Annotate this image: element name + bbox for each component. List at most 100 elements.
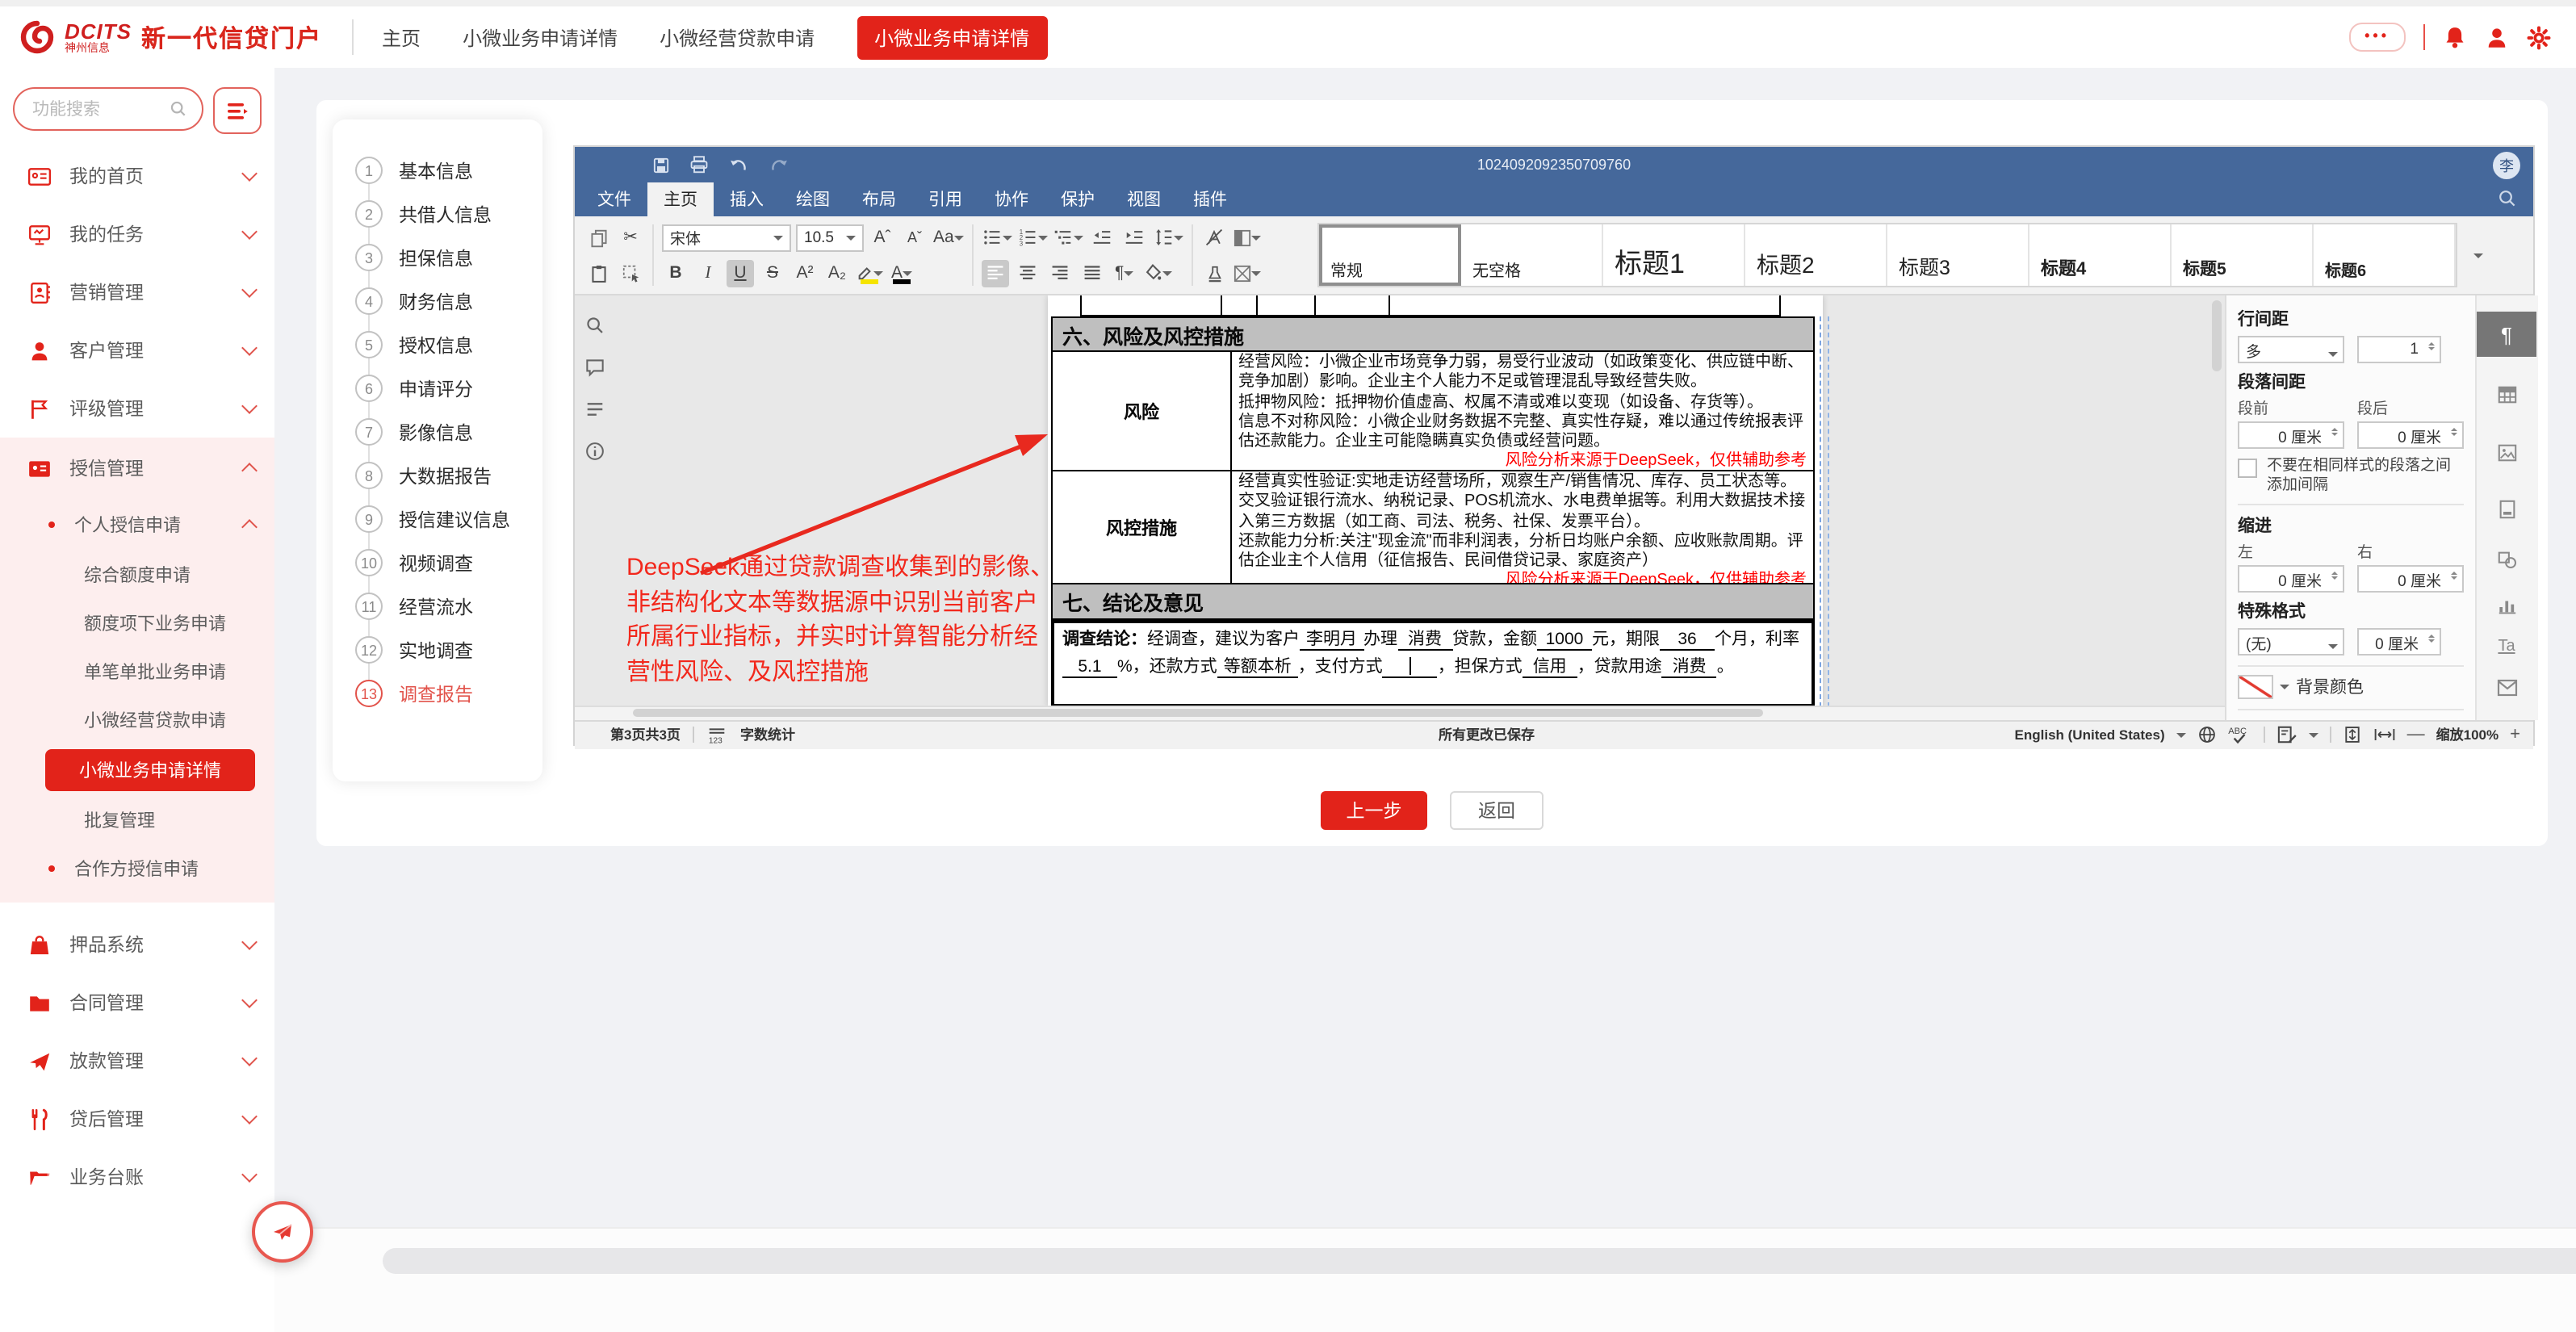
paragraph-mark-icon[interactable]: ¶	[1111, 259, 1138, 287]
indent-right-stepper[interactable]: 0 厘米	[2357, 565, 2464, 593]
italic-icon[interactable]: I	[694, 259, 722, 287]
conclusion-blank-value[interactable]: 李明月	[1300, 630, 1363, 651]
nav-tab-1[interactable]: 小微业务申请详情	[463, 23, 618, 51]
bold-icon[interactable]: B	[662, 259, 689, 287]
spellcheck-icon[interactable]: ABC	[2228, 725, 2252, 744]
editor-menu-tab-9[interactable]: 插件	[1177, 182, 1243, 216]
decrease-indent-icon[interactable]	[1088, 224, 1116, 251]
sidebar-item-marketing[interactable]: 营销管理	[0, 263, 274, 321]
word-count-button[interactable]: 字数统计	[740, 725, 795, 744]
sidebar-item-my-tasks[interactable]: 我的任务	[0, 205, 274, 263]
text-art-panel-icon[interactable]: Ta	[2477, 625, 2536, 667]
track-changes-icon[interactable]	[2277, 725, 2297, 744]
font-color-icon[interactable]: A	[888, 259, 915, 287]
sidebar-item-approval-management[interactable]: 批复管理	[0, 796, 274, 844]
sidebar-item-partner-credit[interactable]: 合作方授信申请	[0, 844, 274, 893]
font-size-select[interactable]: 10.5	[796, 224, 864, 251]
mail-merge-panel-icon[interactable]	[2477, 667, 2536, 709]
increase-font-icon[interactable]: Aˆ	[869, 224, 896, 251]
step-9[interactable]: 9授信建议信息	[355, 497, 542, 541]
image-panel-icon[interactable]	[2477, 431, 2536, 473]
sidebar-item-credit-management[interactable]: 授信管理	[0, 438, 274, 499]
step-3[interactable]: 3担保信息	[355, 236, 542, 279]
step-4[interactable]: 4财务信息	[355, 279, 542, 323]
editor-menu-tab-7[interactable]: 保护	[1045, 182, 1111, 216]
style-item-3[interactable]: 标题2	[1745, 224, 1887, 286]
globe-icon[interactable]	[2197, 725, 2217, 744]
sidebar-item-customers[interactable]: 客户管理	[0, 321, 274, 379]
canvas-horizontal-scrollbar[interactable]	[575, 706, 2225, 720]
conclusion-blank-value[interactable]: 5.1	[1062, 656, 1117, 677]
chart-panel-icon[interactable]	[2477, 583, 2536, 625]
nav-tab-3[interactable]: 小微业务申请详情	[857, 15, 1047, 59]
style-item-2[interactable]: 标题1	[1603, 224, 1745, 286]
fit-page-icon[interactable]	[2343, 725, 2362, 744]
step-11[interactable]: 11经营流水	[355, 584, 542, 628]
shading-swatch-icon[interactable]	[1234, 224, 1261, 251]
conclusion-blank-value[interactable]: 等额本析	[1217, 656, 1298, 677]
copy-icon[interactable]	[584, 224, 612, 251]
step-1[interactable]: 1基本信息	[355, 149, 542, 192]
zoom-out-button[interactable]: —	[2407, 725, 2425, 744]
step-2[interactable]: 2共借人信息	[355, 192, 542, 236]
conclusion-blank-value[interactable]: 36	[1660, 630, 1715, 651]
conclusion-box[interactable]: 调查结论：经调查，建议为客户李明月办理消费贷款，金额1000元，期限36个月，利…	[1051, 620, 1815, 706]
editor-menu-tab-5[interactable]: 引用	[912, 182, 978, 216]
canvas-vertical-scrollbar[interactable]	[2212, 300, 2222, 371]
back-button[interactable]: 返回	[1450, 791, 1544, 830]
page-settings-icon[interactable]	[2477, 488, 2536, 530]
language-selector[interactable]: English (United States)	[2015, 727, 2165, 743]
conclusion-blank-value[interactable]	[1383, 656, 1438, 677]
assistant-send-button[interactable]	[252, 1201, 313, 1263]
editor-menu-tab-1[interactable]: 主页	[647, 182, 714, 216]
table-panel-icon[interactable]	[2477, 373, 2536, 415]
indent-left-stepper[interactable]: 0 厘米	[2238, 565, 2344, 593]
style-item-5[interactable]: 标题4	[2029, 224, 2172, 286]
sidebar-item-micro-detail-active[interactable]: 小微业务申请详情	[45, 749, 255, 791]
align-center-icon[interactable]	[1014, 259, 1041, 287]
stamp-icon[interactable]	[1201, 259, 1229, 287]
align-left-icon[interactable]	[982, 259, 1009, 287]
find-icon[interactable]	[584, 315, 605, 336]
spacing-after-stepper[interactable]: 0 厘米	[2357, 421, 2464, 449]
sidebar-item-contracts[interactable]: 合同管理	[0, 974, 274, 1032]
style-item-6[interactable]: 标题5	[2172, 224, 2314, 286]
chevron-down-icon[interactable]	[2280, 685, 2289, 694]
editor-menu-tab-4[interactable]: 布局	[846, 182, 912, 216]
page-indicator[interactable]: 第3页共3页	[610, 725, 681, 744]
underline-icon[interactable]: U	[727, 259, 754, 287]
clear-format-icon[interactable]	[1201, 224, 1229, 251]
sidebar-item-personal-credit[interactable]: 个人授信申请	[0, 499, 274, 551]
step-10[interactable]: 10视频调查	[355, 541, 542, 584]
checkbox[interactable]	[2238, 459, 2257, 478]
change-case-icon[interactable]: Aa	[933, 224, 964, 251]
style-item-7[interactable]: 标题6	[2314, 224, 2456, 286]
search-input[interactable]	[29, 98, 170, 120]
sidebar-item-disbursement[interactable]: 放款管理	[0, 1032, 274, 1090]
sidebar-item-post-loan[interactable]: 贷后管理	[0, 1090, 274, 1148]
sidebar-item-rating[interactable]: 评级管理	[0, 379, 274, 438]
cut-icon[interactable]: ✂	[617, 224, 644, 251]
font-family-select[interactable]: 宋体	[662, 224, 791, 251]
style-item-4[interactable]: 标题3	[1887, 224, 2029, 286]
align-justify-icon[interactable]	[1079, 259, 1106, 287]
nav-tab-2[interactable]: 小微经营贷款申请	[660, 23, 815, 51]
style-item-1[interactable]: 无空格	[1461, 224, 1603, 286]
more-menu-button[interactable]: •••	[2348, 23, 2406, 52]
paste-icon[interactable]	[584, 259, 612, 287]
step-12[interactable]: 12实地调查	[355, 628, 542, 672]
settings-gear-icon[interactable]	[2527, 25, 2551, 49]
nav-tab-0[interactable]: 主页	[382, 23, 421, 51]
sidebar-item-ledger[interactable]: 业务台账	[0, 1148, 274, 1206]
conclusion-blank-value[interactable]: 1000	[1537, 630, 1592, 651]
multilevel-list-icon[interactable]	[1053, 224, 1083, 251]
paragraph-panel-icon[interactable]: ¶	[2477, 312, 2536, 357]
style-gallery-more-button[interactable]	[2464, 223, 2493, 287]
brand-logo[interactable]: DCITS 神州信息 新一代信贷门户	[16, 16, 322, 58]
superscript-icon[interactable]: A²	[791, 259, 819, 287]
scrollbar-thumb[interactable]	[633, 709, 1763, 717]
editor-menu-tab-3[interactable]: 绘图	[780, 182, 846, 216]
bullet-list-icon[interactable]	[982, 224, 1012, 251]
subscript-icon[interactable]: A₂	[823, 259, 851, 287]
conclusion-blank-value[interactable]: 消费	[1397, 630, 1452, 651]
